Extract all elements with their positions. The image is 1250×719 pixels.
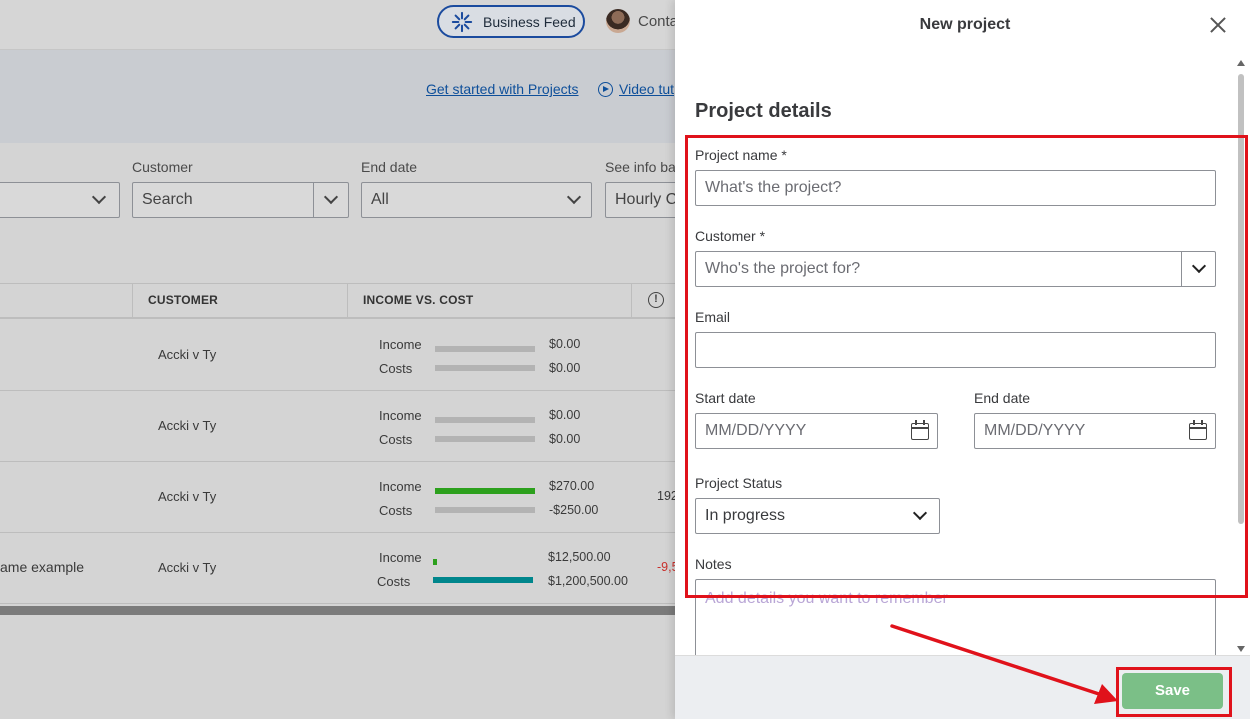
filter-dropdown-left[interactable] bbox=[0, 182, 120, 218]
sparkle-icon bbox=[451, 11, 473, 32]
see-info-filter-label: See info ba bbox=[605, 159, 676, 175]
email-label: Email bbox=[695, 309, 731, 325]
costs-amount: $0.00 bbox=[549, 361, 581, 375]
section-title: Project details bbox=[695, 100, 832, 122]
project-status-value: In progress bbox=[705, 507, 786, 524]
scroll-down-icon[interactable] bbox=[1237, 646, 1245, 652]
email-input[interactable] bbox=[695, 332, 1216, 368]
customer-placeholder: Who's the project for? bbox=[705, 260, 861, 277]
chevron-down-icon bbox=[91, 189, 107, 205]
income-label: Income bbox=[379, 337, 422, 352]
project-status-label: Project Status bbox=[695, 475, 783, 491]
end-date-filter-value: All bbox=[371, 191, 389, 208]
costs-label: Costs bbox=[377, 574, 411, 589]
scroll-up-icon[interactable] bbox=[1237, 60, 1245, 66]
column-divider bbox=[347, 283, 348, 319]
calendar-icon[interactable] bbox=[1189, 420, 1207, 440]
income-bar bbox=[435, 488, 535, 494]
chevron-down-icon bbox=[566, 189, 582, 205]
income-label: Income bbox=[379, 408, 422, 423]
costs-bar bbox=[435, 507, 535, 513]
panel-footer: Save bbox=[675, 655, 1250, 719]
end-date-filter-select[interactable]: All bbox=[361, 182, 592, 218]
costs-bar bbox=[435, 436, 535, 442]
table-row[interactable]: ame example Accki v Ty Income Costs $12,… bbox=[0, 533, 679, 604]
end-date-input[interactable]: MM/DD/YYYY bbox=[974, 413, 1216, 449]
project-name-input[interactable] bbox=[695, 170, 1216, 206]
new-project-panel: New project Project details Project name… bbox=[675, 0, 1250, 719]
project-name-label: Project name * bbox=[695, 147, 787, 163]
chevron-down-icon[interactable] bbox=[1191, 258, 1207, 274]
horizontal-scrollbar[interactable] bbox=[0, 606, 675, 615]
income-bar bbox=[433, 559, 437, 565]
calendar-icon[interactable] bbox=[911, 420, 929, 440]
table-row[interactable]: Accki v Ty Income Costs $0.00 $0.00 bbox=[0, 320, 675, 391]
table-row[interactable]: Accki v Ty Income Costs $0.00 $0.00 bbox=[0, 391, 675, 462]
play-icon bbox=[598, 82, 613, 97]
table-row[interactable]: Accki v Ty Income Costs $270.00 -$250.00… bbox=[0, 462, 678, 533]
end-date-placeholder: MM/DD/YYYY bbox=[984, 422, 1086, 439]
costs-label: Costs bbox=[379, 503, 413, 518]
income-amount: $270.00 bbox=[549, 479, 595, 493]
close-icon[interactable] bbox=[1207, 14, 1229, 36]
costs-bar bbox=[435, 365, 535, 371]
column-header-income-vs-cost[interactable]: INCOME VS. COST bbox=[363, 293, 473, 307]
see-info-filter-value: Hourly C bbox=[615, 191, 678, 208]
divider bbox=[1181, 252, 1182, 286]
chevron-down-icon bbox=[323, 189, 339, 205]
chevron-down-icon bbox=[912, 505, 928, 521]
income-label: Income bbox=[379, 479, 422, 494]
row-project-name: ame example bbox=[0, 559, 85, 575]
contact-menu[interactable]: Conta bbox=[606, 9, 678, 33]
income-bar bbox=[435, 417, 535, 423]
avatar bbox=[606, 9, 630, 33]
costs-label: Costs bbox=[379, 361, 413, 376]
costs-bar bbox=[433, 577, 533, 583]
end-date-filter-label: End date bbox=[361, 159, 418, 175]
business-feed-label: Business Feed bbox=[483, 13, 576, 30]
income-bar bbox=[435, 346, 535, 352]
scroll-thumb[interactable] bbox=[1238, 74, 1244, 524]
costs-label: Costs bbox=[379, 432, 413, 447]
video-tutorial-link[interactable]: Video tut bbox=[619, 81, 674, 97]
income-label: Income bbox=[379, 550, 422, 565]
contact-label: Conta bbox=[638, 12, 679, 30]
customer-label: Customer * bbox=[695, 228, 766, 244]
notes-placeholder: Add details you want to remember bbox=[705, 590, 948, 607]
business-feed-button[interactable]: Business Feed bbox=[437, 5, 585, 38]
notes-label: Notes bbox=[695, 556, 732, 572]
notes-textarea[interactable]: Add details you want to remember bbox=[695, 579, 1216, 659]
divider bbox=[313, 183, 314, 217]
vertical-scrollbar[interactable] bbox=[1236, 60, 1246, 652]
start-date-input[interactable]: MM/DD/YYYY bbox=[695, 413, 938, 449]
row-customer: Accki v Ty bbox=[158, 347, 217, 362]
column-divider bbox=[132, 283, 133, 319]
customer-filter-input[interactable]: Search bbox=[132, 182, 349, 218]
costs-amount: $1,200,500.00 bbox=[548, 574, 628, 588]
start-date-label: Start date bbox=[695, 390, 756, 406]
row-customer: Accki v Ty bbox=[158, 560, 217, 575]
costs-amount: -$250.00 bbox=[549, 503, 599, 517]
get-started-link[interactable]: Get started with Projects bbox=[426, 81, 579, 97]
income-amount: $12,500.00 bbox=[548, 550, 611, 564]
end-date-label: End date bbox=[974, 390, 1031, 406]
income-amount: $0.00 bbox=[549, 337, 581, 351]
row-customer: Accki v Ty bbox=[158, 489, 217, 504]
panel-title: New project bbox=[919, 16, 1011, 33]
column-header-customer[interactable]: CUSTOMER bbox=[148, 293, 218, 307]
info-icon[interactable]: ! bbox=[648, 292, 664, 308]
costs-amount: $0.00 bbox=[549, 432, 581, 446]
customer-select[interactable]: Who's the project for? bbox=[695, 251, 1216, 287]
project-status-select[interactable]: In progress bbox=[695, 498, 940, 534]
customer-filter-placeholder: Search bbox=[142, 191, 193, 208]
income-amount: $0.00 bbox=[549, 408, 581, 422]
row-customer: Accki v Ty bbox=[158, 418, 217, 433]
start-date-placeholder: MM/DD/YYYY bbox=[705, 422, 807, 439]
customer-filter-label: Customer bbox=[132, 159, 193, 175]
save-button[interactable]: Save bbox=[1122, 673, 1223, 709]
column-divider bbox=[631, 283, 632, 319]
